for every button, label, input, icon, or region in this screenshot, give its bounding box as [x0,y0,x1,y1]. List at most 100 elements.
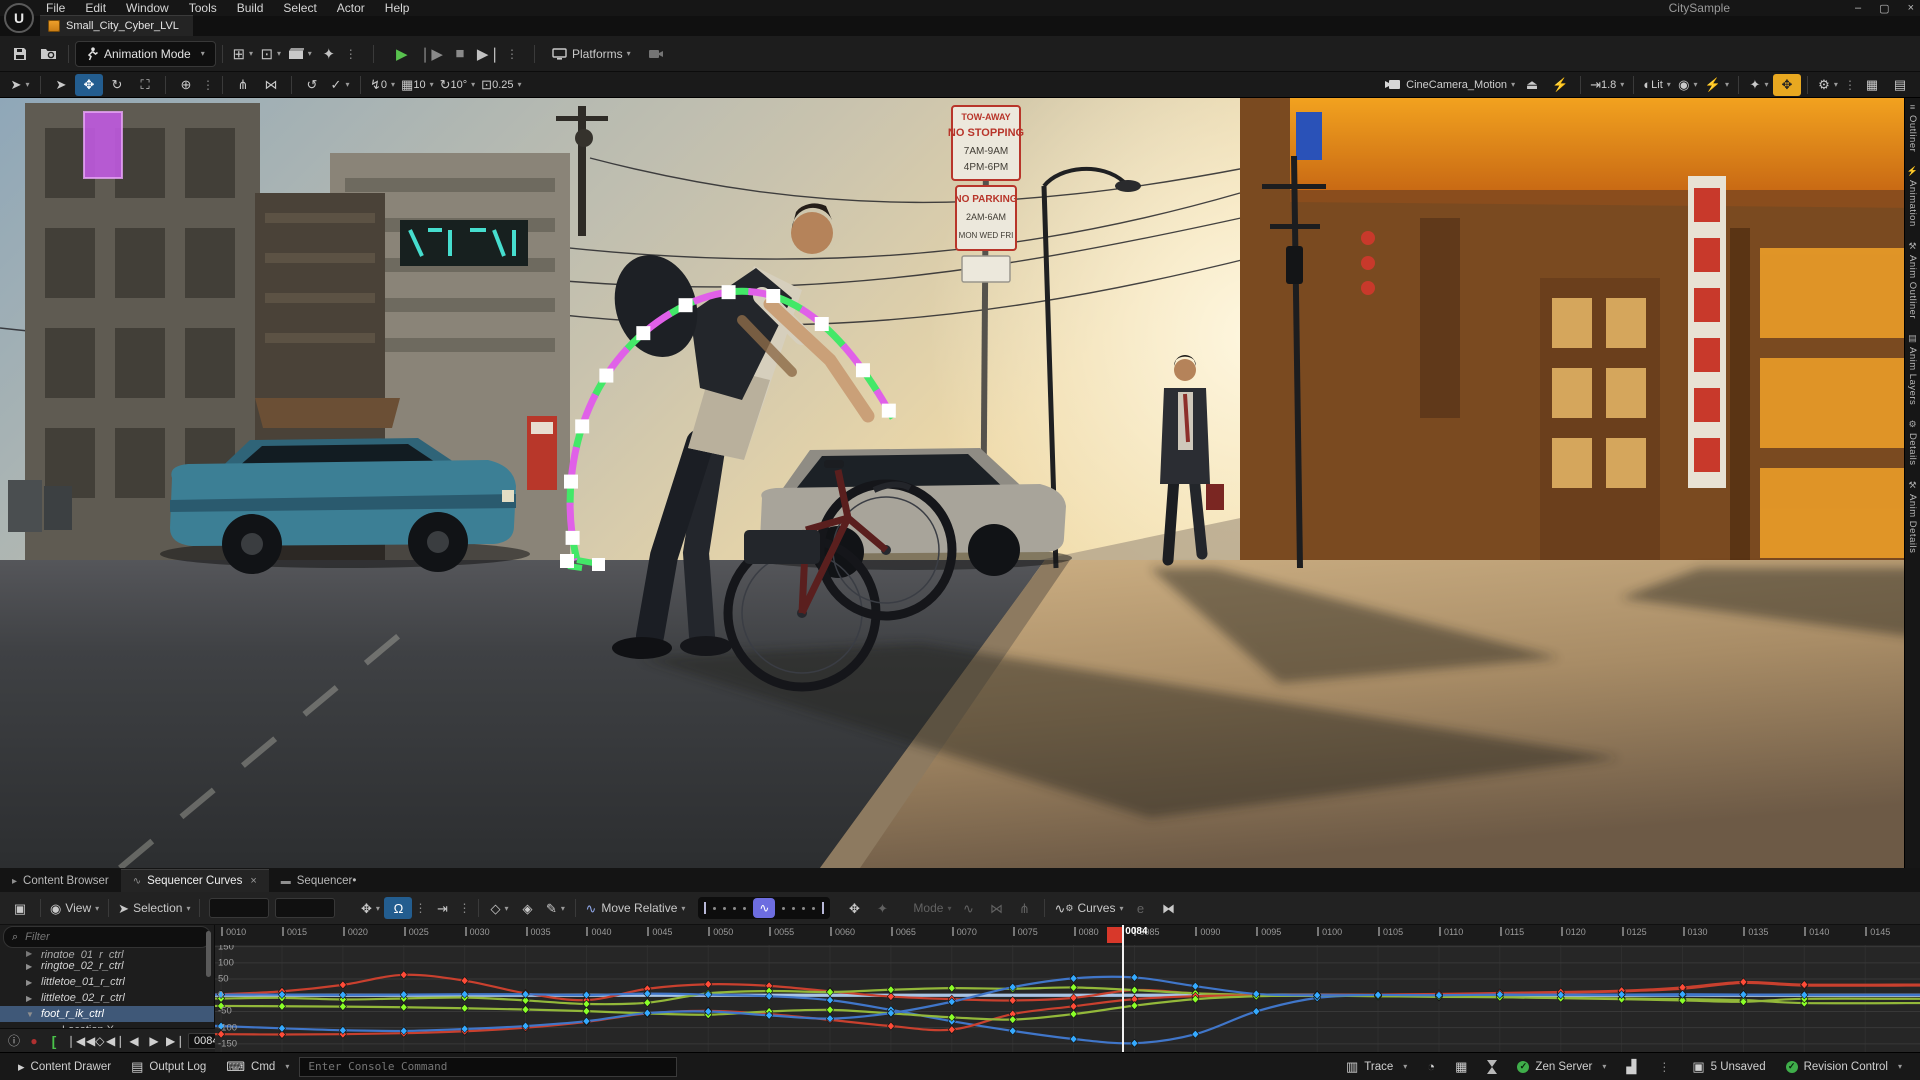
curve-blue-b-key[interactable] [1740,991,1747,999]
curve-blue-a-key[interactable] [766,992,773,1000]
curve-blue-b-key[interactable] [644,1009,651,1017]
curve-red-a-key[interactable] [461,977,468,985]
trail-keyframe-box[interactable] [564,475,578,489]
save-button[interactable] [6,43,34,65]
value-snap-dots[interactable]: ⋮ [456,901,472,915]
curve-blue-b-key[interactable] [583,1017,590,1025]
tree-item-littletoe_02_r_ctrl[interactable]: ▶littletoe_02_r_ctrl [0,990,214,1006]
tree-filter[interactable]: ⌕ [3,926,211,948]
wand-dropdown[interactable]: ✦▾ [1745,74,1773,96]
curve-blue-a-key[interactable] [522,990,529,998]
curve-green-b-key[interactable] [400,1003,407,1011]
timeline-ruler[interactable]: 0010001500200025003000350040004500500055… [215,925,1920,946]
play-forward-button[interactable]: ▶ [146,1034,162,1048]
curve-green-a-key[interactable] [644,999,651,1007]
curve-green-b-key[interactable] [1009,1016,1016,1024]
trail-keyframe-box[interactable] [722,285,736,299]
trail-keyframe-box[interactable] [856,363,870,377]
curves-dropdown[interactable]: ∿⚙Curves▾ [1051,897,1126,919]
menu-actor[interactable]: Actor [327,0,375,16]
menu-build[interactable]: Build [227,0,274,16]
selection-dropdown[interactable]: ➤Selection▾ [115,897,193,919]
revision-control-button[interactable]: ✓Revision Control▾ [1776,1056,1912,1078]
trail-keyframe-box[interactable] [882,404,896,418]
frame-skip-button[interactable]: ❘▶ [416,43,446,65]
curve-blue-a-key[interactable] [1070,1035,1077,1043]
add-actor-dropdown[interactable]: ⊞▾ [229,43,257,65]
curve-blue-a-key[interactable] [1253,1007,1260,1015]
curve-red-b-key[interactable] [1801,981,1808,989]
curve-graph[interactable]: 150100500-50-100-150 [215,945,1920,1052]
background-tasks-button[interactable] [1477,1056,1507,1078]
curve-blue-b-key[interactable] [1192,982,1199,990]
tab-sequencer-curves[interactable]: ∿ Sequencer Curves× [121,869,269,892]
trail-keyframe-box[interactable] [575,419,589,433]
minimize-button[interactable]: – [1855,2,1861,14]
curve-blue-a-key[interactable] [826,996,833,1004]
side-tab-anim-outliner[interactable]: ⚒ Anim Outliner [1907,241,1918,319]
console-command-input[interactable] [299,1057,677,1077]
gizmo-toggle-button[interactable]: ✥ [1773,74,1801,96]
close-button[interactable]: × [1908,2,1914,14]
vertex-snap-button[interactable]: ⋈ [257,74,285,96]
select-tool[interactable]: ➤ [47,74,75,96]
curve-red-b-key[interactable] [948,1026,955,1034]
viewport-3d-scene[interactable]: TOW-AWAY NO STOPPING 7AM-9AM 4PM-6PM NO … [0,98,1920,868]
close-tab-icon[interactable]: × [250,875,256,887]
chevron-right-icon[interactable]: ▶ [26,978,34,987]
pilot-camera-button[interactable]: ⚡ [1546,74,1574,96]
play-options-dots[interactable]: ⋮ [504,47,520,61]
coordinate-system-button[interactable]: ⊕ [172,74,200,96]
value-snap-button[interactable]: ⇥ [428,897,456,919]
tree-item-littletoe_01_r_ctrl[interactable]: ▶littletoe_01_r_ctrl [0,974,214,990]
curve-green-a-key[interactable] [948,984,955,992]
move-mode-dropdown[interactable]: ∿Move Relative▾ [582,897,688,919]
planar-snap-dropdown[interactable]: ✓▾ [326,74,354,96]
curve-green-b-key[interactable] [583,1007,590,1015]
play-reverse-button[interactable]: ◀ [126,1034,142,1048]
add-key-button[interactable]: ◈ [513,897,541,919]
scale-snap-dropdown[interactable]: ⊡0.25▾ [478,74,524,96]
trail-keyframe-box[interactable] [599,369,613,383]
menu-select[interactable]: Select [273,0,326,16]
curve-blue-b-key[interactable] [1131,973,1138,981]
curve-red-a-key[interactable] [339,981,346,989]
trail-keyframe-box[interactable] [566,531,580,545]
tree-item-ringtoe_01_r_ctrl[interactable]: ▶ringtoe_01_r_ctrl [0,949,214,958]
play-button[interactable]: ▶ [388,43,416,65]
chevron-right-icon[interactable]: ▶ [26,994,34,1003]
camera-path-button[interactable]: ↺ [298,74,326,96]
scale-tool[interactable]: ⛶ [131,74,159,96]
stats-button[interactable]: ▦ [1445,1056,1477,1078]
curve-red-a-key[interactable] [400,971,407,979]
trace-button[interactable]: ▥Trace▾ [1336,1056,1417,1078]
cmd-button[interactable]: ⌨Cmd▾ [216,1056,299,1078]
toolbar-overflow-dots[interactable]: ⋮ [343,47,359,61]
trail-keyframe-box[interactable] [766,289,780,303]
maximize-button[interactable]: ▢ [1879,2,1889,15]
quad-view-button[interactable]: ▦ [1858,74,1886,96]
chevron-right-icon[interactable]: ▶ [26,962,34,971]
curve-blue-b[interactable] [215,977,1920,1031]
zen-server-button[interactable]: ✓Zen Server▾ [1507,1056,1616,1078]
character-preview-dropdown[interactable]: ⚡▾ [1702,74,1732,96]
record-button[interactable]: ● [26,1034,42,1048]
stop-button[interactable]: ■ [446,43,474,65]
key-type-dropdown[interactable]: ◇▾ [485,897,513,919]
trail-keyframe-box[interactable] [679,298,693,312]
snap-options-dots[interactable]: ⋮ [412,901,428,915]
pencil-dropdown[interactable]: ✎▾ [541,897,569,919]
thumbnail-button[interactable]: ▣ [6,897,34,919]
grid-snap-dropdown[interactable]: ▦10▾ [398,74,437,96]
jump-to-start-button[interactable]: ❘◀ [66,1034,82,1048]
maximize-viewport-button[interactable]: ▤ [1886,74,1914,96]
curve-green-b-key[interactable] [826,1006,833,1014]
curve-red-a-key[interactable] [705,980,712,988]
camera-speed-dropdown[interactable]: ⇥1.8▾ [1587,74,1627,96]
menu-window[interactable]: Window [116,0,179,16]
info-button[interactable]: ⓘ [6,1032,22,1049]
animation-tools-button[interactable]: ✦ [315,43,343,65]
filter-button[interactable]: ⧓ [1154,897,1182,919]
chevron-down-icon[interactable]: ▼ [26,1010,34,1019]
step-back-button[interactable]: ◀❘ [106,1034,122,1048]
